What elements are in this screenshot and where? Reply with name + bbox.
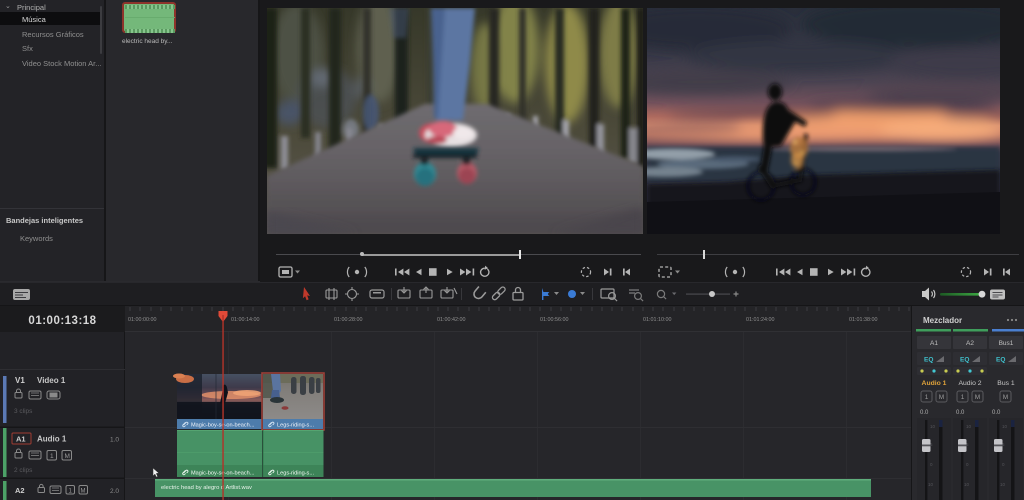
svg-text:A2: A2 [15, 486, 25, 495]
svg-text:01:00:28:00: 01:00:28:00 [334, 317, 362, 323]
svg-text:10: 10 [930, 424, 936, 429]
svg-text:Legs-riding-s...: Legs-riding-s... [277, 423, 314, 429]
svg-text:1: 1 [961, 394, 965, 401]
svg-text:1: 1 [925, 394, 929, 401]
svg-text:10: 10 [1002, 424, 1008, 429]
svg-text:Mezclador: Mezclador [923, 316, 962, 325]
svg-text:EQ: EQ [996, 357, 1005, 364]
svg-text:Audio 1: Audio 1 [37, 435, 67, 444]
svg-text:1.0: 1.0 [110, 437, 119, 444]
svg-text:01:01:10:00: 01:01:10:00 [643, 317, 671, 323]
svg-text:10: 10 [1000, 482, 1006, 487]
svg-text:10: 10 [964, 482, 970, 487]
svg-text:EQ: EQ [960, 357, 969, 364]
svg-text:0.0: 0.0 [920, 410, 929, 416]
svg-text:3 clips: 3 clips [14, 408, 33, 415]
svg-text:M: M [81, 489, 86, 495]
svg-text:Audio 2: Audio 2 [958, 380, 981, 387]
svg-text:10: 10 [928, 482, 934, 487]
svg-text:V1: V1 [15, 376, 25, 385]
svg-text:2 clips: 2 clips [14, 467, 33, 474]
svg-text:01:00:14:00: 01:00:14:00 [231, 317, 259, 323]
svg-text:Legs-riding-s...: Legs-riding-s... [277, 471, 314, 477]
svg-text:electric head by alegro d Artl: electric head by alegro d Artlist.wav [161, 485, 252, 491]
svg-text:Audio 1: Audio 1 [922, 380, 947, 387]
svg-text:2.0: 2.0 [110, 488, 119, 495]
svg-text:Bus1: Bus1 [999, 340, 1014, 347]
svg-text:Video 1: Video 1 [37, 376, 66, 385]
svg-text:A2: A2 [966, 340, 974, 347]
svg-text:01:00:56:00: 01:00:56:00 [540, 317, 568, 323]
svg-text:0.0: 0.0 [992, 410, 1001, 416]
svg-text:A1: A1 [930, 340, 938, 347]
svg-text:1: 1 [50, 453, 54, 460]
svg-text:A1: A1 [16, 435, 26, 444]
svg-text:10: 10 [966, 424, 972, 429]
svg-text:01:00:00:00: 01:00:00:00 [128, 317, 156, 323]
svg-text:01:00:42:00: 01:00:42:00 [437, 317, 465, 323]
svg-text:01:01:24:00: 01:01:24:00 [746, 317, 774, 323]
svg-text:01:01:38:00: 01:01:38:00 [849, 317, 877, 323]
svg-text:0.0: 0.0 [956, 410, 965, 416]
svg-text:M: M [939, 394, 944, 401]
svg-text:M: M [65, 453, 70, 460]
svg-text:Bus 1: Bus 1 [997, 380, 1015, 387]
svg-text:M: M [975, 394, 980, 401]
svg-text:EQ: EQ [924, 357, 933, 364]
svg-text:M: M [1003, 394, 1008, 401]
